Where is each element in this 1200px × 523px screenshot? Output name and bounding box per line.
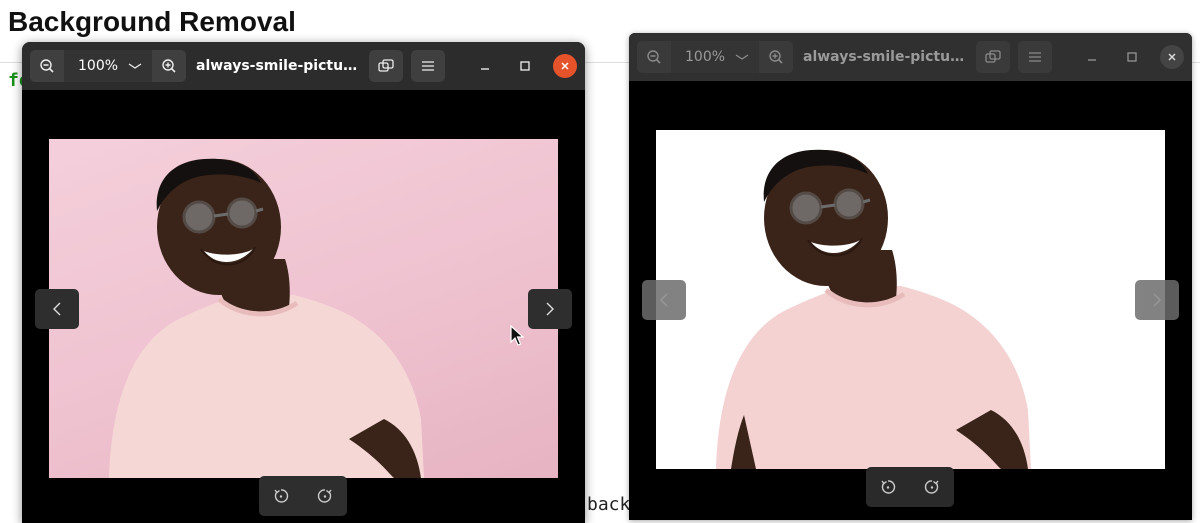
portrait-illustration (716, 149, 1031, 469)
minimize-icon (481, 68, 489, 70)
rotate-left-icon[interactable] (880, 479, 896, 495)
image-viewer-window-left[interactable]: 100% always-smile-pictu... (22, 42, 585, 523)
zoom-level-value: 100% (78, 58, 119, 74)
zoom-out-icon (40, 59, 54, 73)
maximize-button[interactable] (1120, 45, 1144, 69)
zoom-in-icon (162, 59, 176, 73)
arrow-right-icon (1153, 293, 1161, 307)
minimize-icon (1088, 59, 1096, 61)
maximize-button[interactable] (513, 54, 537, 78)
window-title: always-smile-pictu... (196, 58, 360, 74)
fit-window-icon (985, 50, 1001, 63)
chevron-down-icon (128, 63, 142, 69)
zoom-in-icon (769, 50, 783, 64)
fit-window-button[interactable] (369, 50, 403, 82)
rotate-right-icon[interactable] (317, 488, 333, 504)
arrow-left-icon (53, 302, 61, 316)
maximize-icon (520, 61, 530, 71)
close-button[interactable] (553, 54, 577, 78)
next-image-button[interactable] (528, 289, 572, 329)
rotate-right-icon[interactable] (924, 479, 940, 495)
close-icon (561, 62, 569, 70)
zoom-controls: 100% (30, 50, 186, 82)
previous-image-button[interactable] (35, 289, 79, 329)
cursor-icon (510, 325, 524, 346)
menu-icon (422, 61, 434, 71)
zoom-level-dropdown[interactable]: 100% (671, 41, 759, 73)
chevron-down-icon (735, 54, 749, 60)
portrait-illustration (109, 158, 424, 478)
rotate-controls (866, 467, 954, 507)
titlebar[interactable]: 100% always-smile-pictu... (629, 33, 1192, 81)
maximize-icon (1127, 52, 1137, 62)
titlebar[interactable]: 100% always-smile-pictu... (22, 42, 585, 90)
displayed-image-removed-background (656, 130, 1165, 469)
displayed-image-original (49, 139, 558, 478)
zoom-out-button[interactable] (30, 50, 64, 82)
menu-icon (1029, 52, 1041, 62)
fit-window-icon (378, 59, 394, 72)
close-button[interactable] (1160, 45, 1184, 69)
window-title: always-smile-pictu... (803, 49, 967, 65)
close-icon (1168, 53, 1176, 61)
code-fragment-bottom: back (587, 494, 631, 515)
zoom-in-button[interactable] (759, 41, 793, 73)
menu-button[interactable] (1018, 41, 1052, 73)
image-viewer-window-right[interactable]: 100% always-smile-pictu... (629, 33, 1192, 520)
zoom-controls: 100% (637, 41, 793, 73)
zoom-level-dropdown[interactable]: 100% (64, 50, 152, 82)
rotate-left-icon[interactable] (273, 488, 289, 504)
fit-window-button[interactable] (976, 41, 1010, 73)
arrow-right-icon (546, 302, 554, 316)
minimize-button[interactable] (473, 54, 497, 78)
page-title: Background Removal (8, 6, 296, 37)
zoom-level-value: 100% (685, 49, 726, 65)
zoom-in-button[interactable] (152, 50, 186, 82)
next-image-button[interactable] (1135, 280, 1179, 320)
zoom-out-icon (647, 50, 661, 64)
menu-button[interactable] (411, 50, 445, 82)
minimize-button[interactable] (1080, 45, 1104, 69)
rotate-controls (259, 476, 347, 516)
zoom-out-button[interactable] (637, 41, 671, 73)
arrow-left-icon (660, 293, 668, 307)
previous-image-button[interactable] (642, 280, 686, 320)
